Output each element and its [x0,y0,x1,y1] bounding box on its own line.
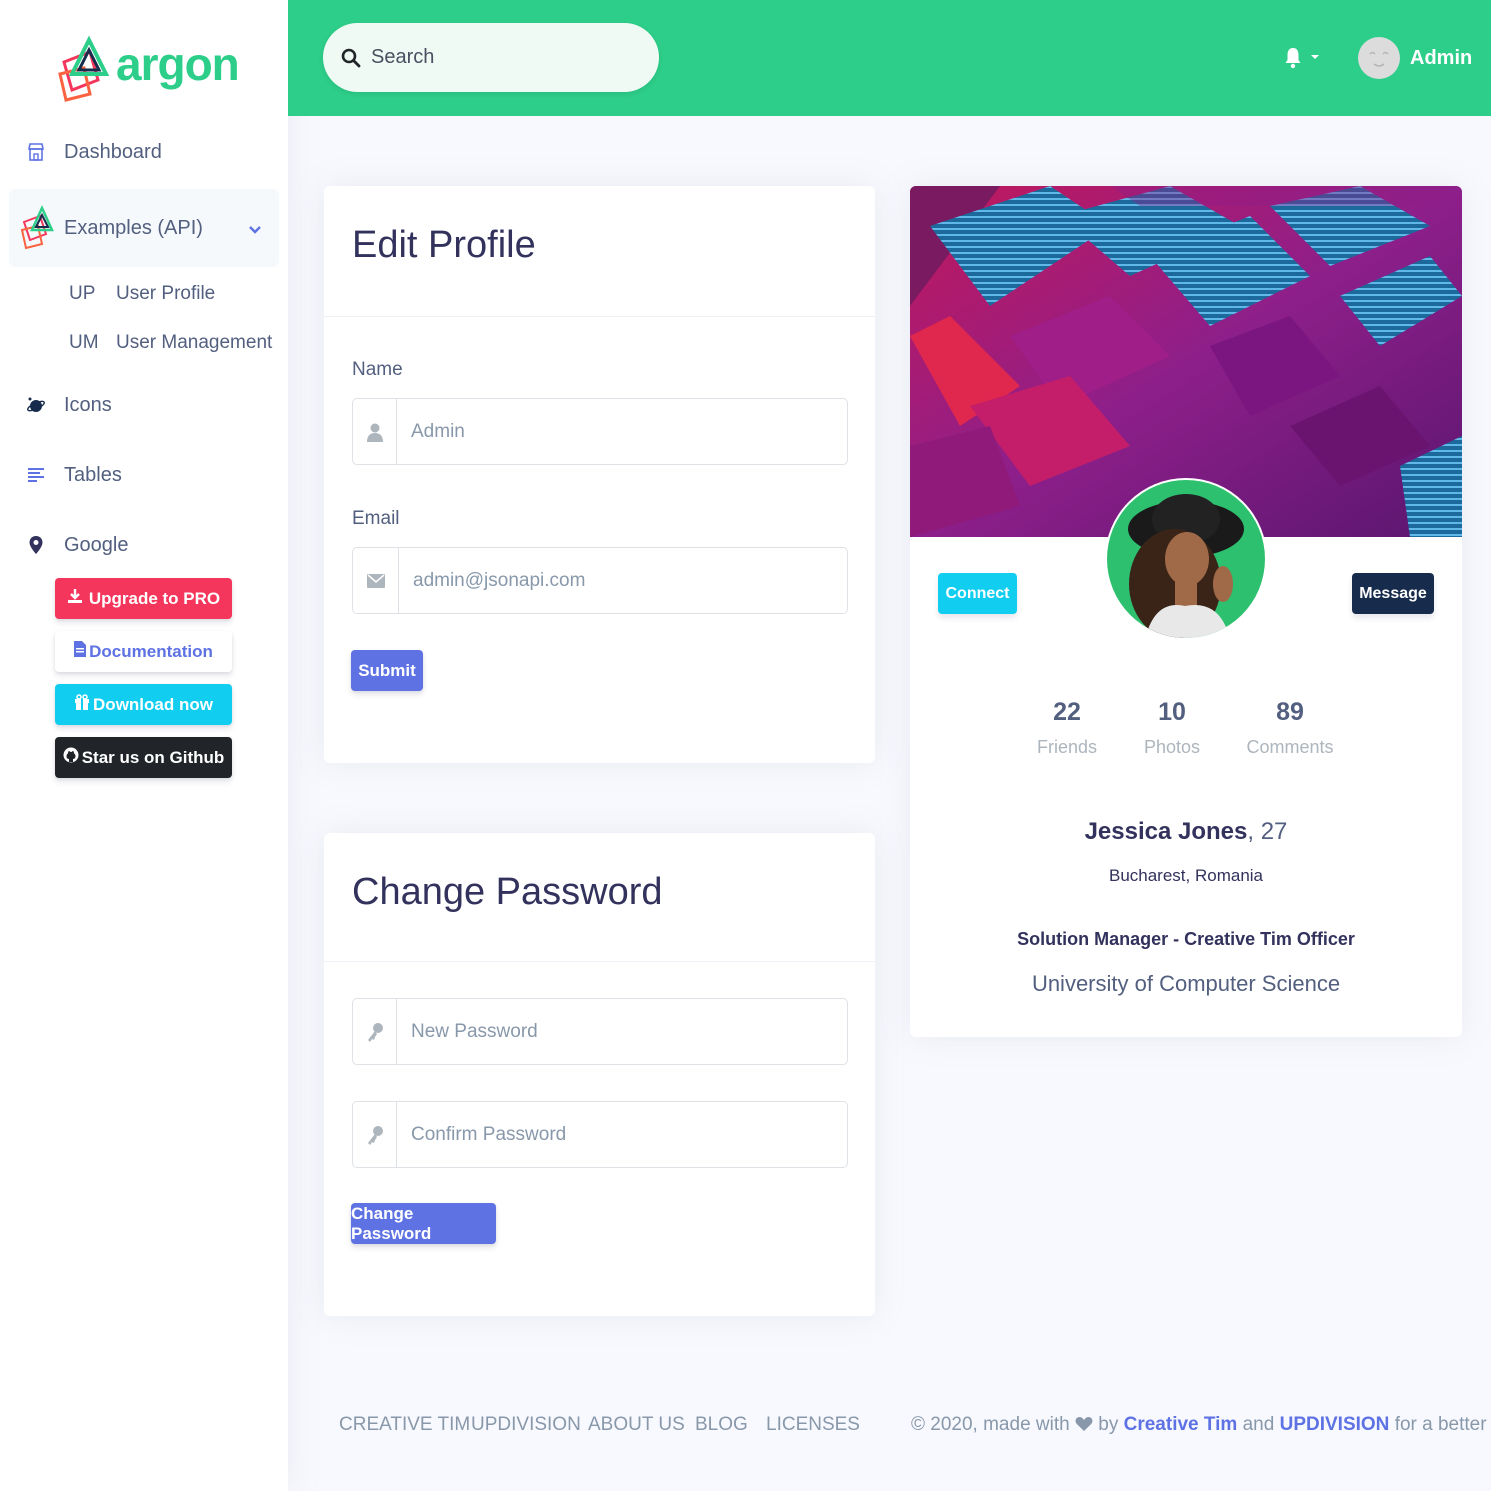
search-placeholder: Search [371,46,435,68]
connect-button[interactable]: Connect [938,573,1017,614]
subitem-label: User Profile [116,283,216,304]
sidebar-item-dashboard[interactable]: Dashboard [0,140,288,164]
confirm-password-placeholder: Confirm Password [411,1123,567,1145]
name-field[interactable]: Admin [352,398,848,465]
card-divider [324,316,875,317]
user-avatar[interactable] [1358,33,1400,83]
sidebar-item-examples[interactable]: Examples (API) [0,204,288,250]
profile-location: Bucharest, Romania [1108,866,1264,885]
button-label: Documentation [89,641,213,661]
github-icon [63,747,79,768]
brand-name: argon [116,38,240,90]
gift-icon [74,694,90,715]
sidebar-item-label: Google [64,533,129,556]
button-label: Star us on Github [81,747,225,767]
button-label: Download now [93,694,213,714]
brand-logo-link[interactable]: argon [54,30,240,110]
message-button[interactable]: Message [1352,573,1434,614]
planet-icon [26,395,46,415]
subitem-label: User Management [116,332,273,353]
envelope-icon [353,548,399,613]
new-password-field[interactable]: New Password [352,998,848,1065]
sidebar-item-label: Icons [64,393,112,416]
profile-education: University of Computer Science [1031,971,1341,996]
copyright-suffix: for a better web. [1394,1414,1491,1435]
sidebar-item-tables[interactable]: Tables [0,463,288,487]
key-icon [353,999,397,1064]
footer-link-updivision[interactable]: UPDIVISION [471,1414,581,1436]
copyright-prefix: © 2020, made with [911,1414,1070,1435]
stat-value: 22 [1053,698,1081,726]
creative-tim-link[interactable]: Creative Tim [1124,1414,1238,1435]
stat-value: 89 [1276,698,1304,726]
edit-profile-title: Edit Profile [352,224,536,266]
sidebar-item-google[interactable]: Google [0,533,288,557]
stat-comments: 89 Comments [1230,698,1350,758]
chevron-down-icon [248,218,262,241]
profile-name-text: Jessica Jones [1084,818,1248,845]
footer-link-about-us[interactable]: ABOUT US [588,1414,685,1436]
button-label: Upgrade to PRO [88,588,221,608]
stat-label: Friends [1036,737,1098,757]
confirm-password-field[interactable]: Confirm Password [352,1101,848,1168]
sidebar-item-label: Dashboard [64,140,162,163]
search-icon [341,48,361,67]
sidebar: argon Dashboard Examples (API) UP User P… [0,0,288,1491]
profile-job: Solution Manager - Creative Tim Officer [1017,929,1355,949]
copyright-by: by [1098,1414,1119,1435]
profile-avatar[interactable] [1105,434,1267,640]
top-navbar: Search Admin [288,0,1491,116]
user-name[interactable]: Admin [1410,47,1472,70]
profile-name: Jessica Jones, 27 [910,818,1462,846]
stat-photos: 10 Photos [1112,698,1232,758]
bullet-list-icon [26,465,46,485]
change-password-title: Change Password [352,871,663,913]
laravel-icon [18,204,58,252]
notifications-dropdown[interactable] [1284,45,1324,71]
card-divider [324,961,875,962]
name-value: Admin [411,420,465,442]
bell-icon [1285,48,1319,69]
copyright: © 2020, made with by Creative Tim and UP… [911,1414,1491,1436]
footer-link-licenses[interactable]: LICENSES [766,1414,860,1436]
profile-card: Connect Message 22 Friends 10 Photos 89 … [910,186,1462,1037]
change-password-card: Change Password New Password Confirm Pas… [324,833,875,1316]
email-field[interactable]: admin@jsonapi.com [352,547,848,614]
updivision-link[interactable]: UPDIVISION [1280,1414,1390,1435]
download-icon [67,588,83,609]
stat-friends: 22 Friends [1007,698,1127,758]
edit-profile-card: Edit Profile Name Admin Email admin@json… [324,186,875,763]
new-password-placeholder: New Password [411,1020,538,1042]
upgrade-to-pro-button[interactable]: Upgrade to PRO [55,578,232,619]
sidebar-item-icons[interactable]: Icons [0,393,288,417]
stat-label: Comments [1246,737,1334,757]
copyright-and: and [1242,1414,1275,1435]
argon-logo-icon [58,35,110,102]
footer-link-creative-tim[interactable]: CREATIVE TIM [339,1414,470,1436]
stat-value: 10 [1158,698,1186,726]
star-on-github-button[interactable]: Star us on Github [55,737,232,778]
subitem-abbr: UP [69,283,96,304]
subitem-abbr: UM [69,332,99,353]
sidebar-item-label: Tables [64,463,122,486]
documentation-button[interactable]: Documentation [55,631,232,672]
email-label: Email [352,508,400,529]
profile-age: , 27 [1247,818,1288,845]
submit-button[interactable]: Submit [351,650,423,691]
name-label: Name [352,359,403,380]
heart-icon [1075,1414,1093,1435]
email-value: admin@jsonapi.com [413,569,586,591]
stat-label: Photos [1143,737,1201,757]
file-icon [74,641,87,662]
pin-icon [26,535,46,555]
download-now-button[interactable]: Download now [55,684,232,725]
search-input[interactable]: Search [323,23,659,92]
sidebar-item-label: Examples (API) [64,216,203,239]
change-password-button[interactable]: Change Password [351,1203,496,1244]
footer-link-blog[interactable]: BLOG [695,1414,748,1436]
user-icon [353,399,397,464]
key-icon [353,1102,397,1167]
shop-icon [26,142,46,162]
